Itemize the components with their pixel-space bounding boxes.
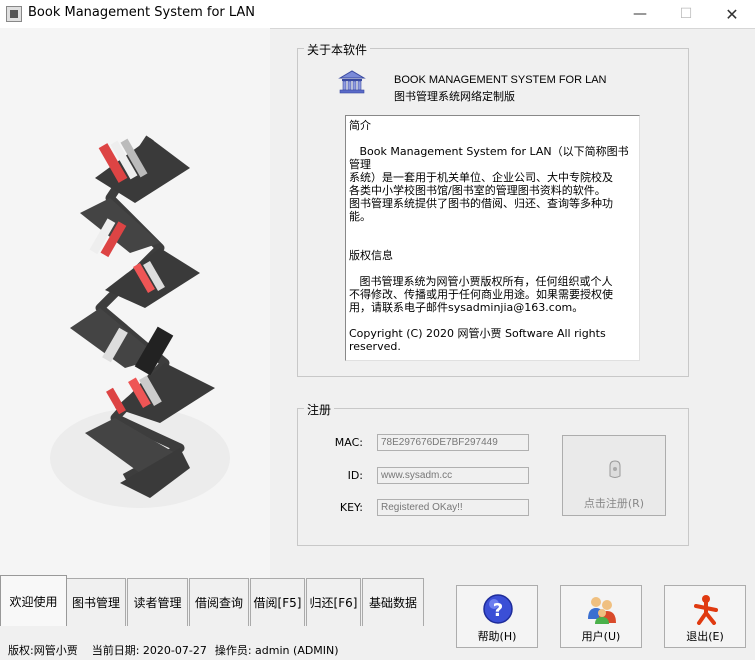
tab-reader-management[interactable]: 读者管理	[127, 578, 188, 626]
minimize-button[interactable]: —	[617, 0, 663, 28]
svg-text:?: ?	[493, 600, 503, 621]
about-text-line: 版权信息	[349, 249, 393, 262]
help-button-label: 帮助(H)	[477, 630, 517, 643]
help-icon: ?	[483, 594, 513, 624]
bookshelf-image	[0, 28, 270, 578]
status-copyright: 版权:网管小贾	[8, 644, 78, 657]
about-text-line	[349, 132, 637, 145]
key-field[interactable]: Registered OKay!!	[377, 499, 529, 516]
about-title-cn: 图书管理系统网络定制版	[394, 90, 515, 103]
about-text-line: 图书管理系统为网管小贾版权所有，任何组织或个人	[349, 275, 613, 288]
exit-button-label: 退出(E)	[686, 630, 724, 643]
help-button[interactable]: ? 帮助(H)	[456, 585, 538, 648]
about-textbox[interactable]: 简介 Book Management System for LAN（以下简称图书…	[345, 115, 640, 361]
title-bar: Book Management System for LAN — ☐ ✕	[0, 0, 755, 28]
about-text-line	[349, 236, 637, 249]
about-group-label: 关于本软件	[304, 41, 371, 58]
about-text-line: 用，请联系电子邮件sysadminjia@163.com。	[349, 301, 584, 314]
tab-return[interactable]: 归还[F6]	[306, 578, 361, 626]
tab-book-management[interactable]: 图书管理	[66, 578, 126, 626]
window-title: Book Management System for LAN	[28, 5, 256, 20]
about-text-line	[349, 262, 637, 275]
status-operator: 操作员: admin (ADMIN)	[214, 644, 339, 657]
key-label: KEY:	[339, 501, 363, 514]
app-icon	[6, 6, 22, 22]
exit-button[interactable]: 退出(E)	[664, 585, 746, 648]
about-text-line: 不得修改、传播或用于任何商业用途。如果需要授权使	[349, 288, 613, 301]
users-icon	[588, 597, 616, 624]
user-button-label: 用户(U)	[581, 630, 621, 643]
tab-borrow[interactable]: 借阅[F5]	[250, 578, 305, 626]
about-text-line: 简介	[349, 119, 371, 132]
mac-field[interactable]: 78E297676DE7BF297449	[377, 434, 529, 451]
tab-welcome[interactable]: 欢迎使用	[0, 575, 67, 626]
status-bar: 版权:网管小贾 当前日期: 2020-07-27 操作员: admin (ADM…	[0, 640, 339, 660]
tab-basic-data[interactable]: 基础数据	[362, 578, 424, 626]
register-icon	[609, 460, 621, 478]
status-date: 当前日期: 2020-07-27	[91, 644, 207, 657]
about-text-line: Copyright (C) 2020 网管小贾 Software All rig…	[349, 327, 610, 353]
exit-icon	[694, 595, 718, 625]
about-text-line: Book Management System for LAN（以下简称图书管理	[349, 145, 629, 171]
about-group: 关于本软件 BOOK MANAGEMENT SYSTEM FOR LAN 图书管…	[297, 41, 689, 377]
about-text-line: 图书管理系统提供了图书的借阅、归还、查询等多种功	[349, 197, 613, 210]
user-button[interactable]: 用户(U)	[560, 585, 642, 648]
about-text-line: 系统）是一套用于机关单位、企业公司、大中专院校及	[349, 171, 613, 184]
about-text-line	[349, 223, 637, 236]
register-button-label: 点击注册(R)	[583, 497, 645, 510]
id-field[interactable]: www.sysadm.cc	[377, 467, 529, 484]
register-button[interactable]: 点击注册(R)	[562, 435, 666, 516]
close-button[interactable]: ✕	[709, 0, 755, 28]
id-label: ID:	[347, 469, 363, 482]
about-text-line	[349, 314, 637, 327]
maximize-button[interactable]: ☐	[663, 0, 709, 28]
about-text-line	[349, 353, 637, 360]
about-title-en: BOOK MANAGEMENT SYSTEM FOR LAN	[394, 74, 607, 86]
register-group-label: 注册	[304, 401, 335, 418]
mac-label: MAC:	[334, 436, 363, 449]
register-group: 注册 MAC: 78E297676DE7BF297449 ID: www.sys…	[297, 401, 689, 546]
library-icon	[338, 70, 366, 94]
about-text-line: 各类中小学校图书馆/图书室的管理图书资料的软件。	[349, 184, 606, 197]
about-text-line: 能。	[349, 210, 371, 223]
tab-borrow-query[interactable]: 借阅查询	[189, 578, 249, 626]
